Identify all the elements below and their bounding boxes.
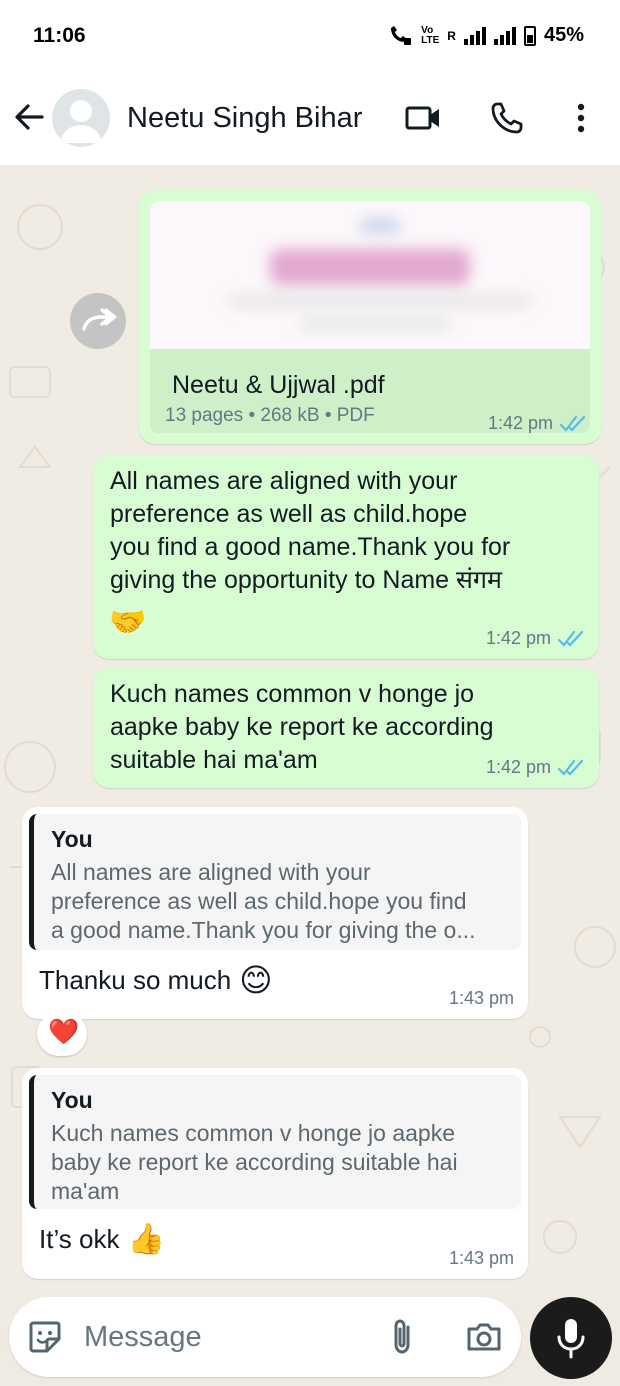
message-timestamp: 1:42 pm xyxy=(486,757,585,778)
voice-call-icon[interactable] xyxy=(490,100,526,136)
pdf-preview-thumbnail[interactable] xyxy=(150,201,590,349)
message-outgoing[interactable]: All names are aligned with your preferen… xyxy=(93,455,599,659)
message-text: All names are aligned with your preferen… xyxy=(110,467,511,594)
quoted-message[interactable]: You Kuch names common v honge jo aapke b… xyxy=(29,1075,521,1209)
status-icons: Vo LTE R 45% xyxy=(387,24,584,47)
message-document[interactable]: Neetu & Ujjwal .pdf 13 pages • 268 kB • … xyxy=(139,190,601,444)
thumbs-up-emoji: 👍 xyxy=(127,1223,165,1256)
quote-text: All names are aligned with your preferen… xyxy=(51,859,476,943)
sticker-emoji-icon[interactable] xyxy=(25,1317,65,1357)
double-tick-read-icon xyxy=(559,415,586,432)
signal-1-icon xyxy=(463,26,486,45)
quote-author: You xyxy=(51,826,93,852)
red-heart-emoji: ❤️ xyxy=(48,1018,80,1046)
status-bar: 11:06 Vo LTE R 45% xyxy=(0,0,620,72)
signal-2-icon xyxy=(493,26,516,45)
status-time: 11:06 xyxy=(33,24,86,47)
document-file-name: Neetu & Ujjwal .pdf xyxy=(172,371,385,399)
quoted-message[interactable]: You All names are aligned with your pref… xyxy=(29,814,521,950)
quote-author: You xyxy=(51,1087,93,1113)
forward-button[interactable] xyxy=(70,293,126,349)
message-input-bar xyxy=(9,1297,521,1377)
message-text: Thanku so much 😊 xyxy=(39,962,273,998)
document-meta: 13 pages • 268 kB • PDF xyxy=(165,405,375,426)
handshake-emoji: 🤝 xyxy=(109,606,147,639)
voice-record-button[interactable] xyxy=(530,1297,612,1379)
message-text: It’s okk 👍 xyxy=(39,1223,165,1256)
video-call-icon[interactable] xyxy=(405,100,441,136)
camera-icon[interactable] xyxy=(464,1317,504,1357)
default-avatar-icon xyxy=(60,100,102,143)
message-text: Kuch names common v honge jo aapke baby … xyxy=(110,680,494,774)
smiling-face-emoji: 😊 xyxy=(239,962,273,998)
attachment-paperclip-icon[interactable] xyxy=(383,1317,423,1357)
more-options-icon[interactable] xyxy=(564,100,598,136)
forward-icon xyxy=(82,308,117,331)
message-incoming-reply[interactable]: You Kuch names common v honge jo aapke b… xyxy=(22,1068,528,1279)
wifi-calling-icon xyxy=(391,25,412,45)
double-tick-read-icon xyxy=(557,759,584,776)
message-timestamp: 1:42 pm xyxy=(486,628,585,649)
chat-area[interactable]: Neetu & Ujjwal .pdf 13 pages • 268 kB • … xyxy=(0,167,620,1297)
message-incoming-reply[interactable]: You All names are aligned with your pref… xyxy=(22,807,528,1019)
volte-label: Vo LTE xyxy=(421,24,440,46)
heart-reaction[interactable]: ❤️ xyxy=(37,1012,87,1056)
roaming-label: R xyxy=(447,28,456,43)
blurred-document-image xyxy=(230,219,530,329)
battery-icon xyxy=(523,25,536,46)
contact-name[interactable]: Neetu Singh Bihar xyxy=(127,102,362,135)
message-outgoing[interactable]: Kuch names common v honge jo aapke baby … xyxy=(93,668,599,788)
message-input[interactable] xyxy=(84,1315,374,1359)
avatar[interactable] xyxy=(52,89,110,147)
chat-header: Neetu Singh Bihar xyxy=(0,72,620,166)
message-timestamp: 1:43 pm xyxy=(448,988,514,1008)
message-timestamp: 1:42 pm xyxy=(488,413,587,434)
back-arrow-icon[interactable] xyxy=(12,100,46,134)
double-tick-read-icon xyxy=(557,630,584,647)
quote-text: Kuch names common v honge jo aapke baby … xyxy=(51,1120,458,1204)
microphone-icon xyxy=(557,1319,585,1359)
message-timestamp: 1:43 pm xyxy=(448,1248,514,1268)
battery-percent: 45% xyxy=(543,24,584,46)
